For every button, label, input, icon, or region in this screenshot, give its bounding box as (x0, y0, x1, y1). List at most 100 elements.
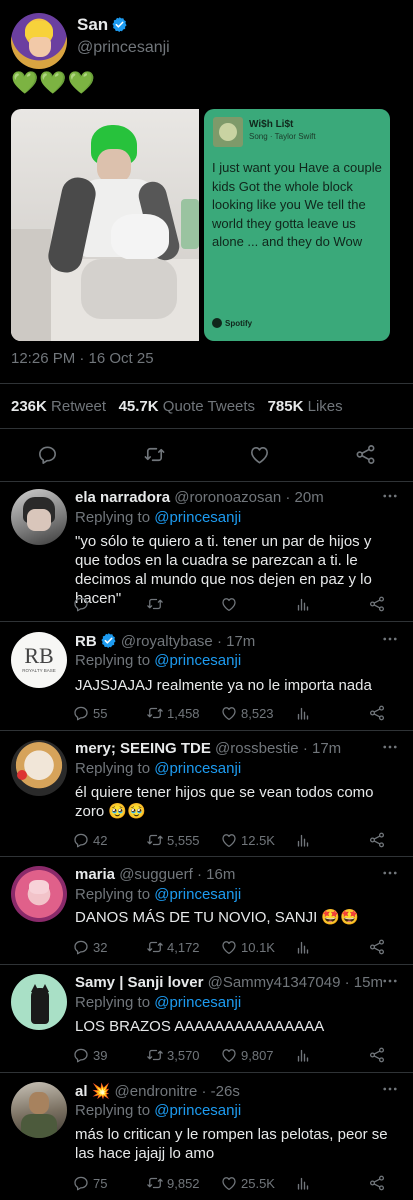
reply-handle[interactable]: @rossbestie (215, 740, 299, 757)
like-icon[interactable] (248, 443, 271, 466)
more-options-icon[interactable] (381, 630, 399, 653)
spotify-logo-icon (212, 318, 222, 328)
tweet-photo[interactable] (11, 109, 199, 341)
reply-avatar[interactable]: RB ROYALTY BASE (11, 632, 67, 688)
retweet-icon (146, 704, 164, 722)
retweet-button[interactable]: 4,172 (146, 936, 200, 958)
like-icon (220, 704, 238, 722)
share-icon (368, 938, 386, 956)
reply-handle[interactable]: @endronitre (115, 1083, 198, 1100)
spotify-lyrics-card[interactable]: Wi$h Li$t Song · Taylor Swift I just wan… (204, 109, 390, 341)
views-icon (294, 704, 312, 722)
author-name[interactable]: San (77, 15, 108, 34)
like-button[interactable]: 25.5K (220, 1172, 275, 1194)
like-button[interactable]: 9,807 (220, 1044, 274, 1066)
reply-time: · 17m (302, 740, 342, 757)
divider (0, 1072, 413, 1073)
retweet-button[interactable]: 9,852 (146, 1172, 200, 1194)
share-button[interactable] (368, 829, 386, 851)
reply-handle[interactable]: @royaltybase (121, 633, 213, 650)
replying-to-link[interactable]: @princesanji (154, 760, 241, 777)
more-options-icon[interactable] (381, 972, 399, 995)
share-button[interactable] (368, 593, 386, 615)
more-options-icon[interactable] (381, 738, 399, 761)
replying-to-link[interactable]: @princesanji (154, 652, 241, 669)
like-button[interactable]: 8,523 (220, 702, 274, 724)
replying-to-link[interactable]: @princesanji (154, 886, 241, 903)
views-button[interactable] (294, 829, 312, 851)
views-button[interactable] (294, 702, 312, 724)
reply-button[interactable] (72, 593, 93, 615)
divider (0, 856, 413, 857)
retweet-icon (146, 938, 164, 956)
like-button[interactable] (220, 593, 241, 615)
views-icon (294, 938, 312, 956)
reply-avatar[interactable] (11, 974, 67, 1030)
replying-to-link[interactable]: @princesanji (154, 994, 241, 1011)
retweet-button[interactable]: 1,458 (146, 702, 200, 724)
replying-to-link[interactable]: @princesanji (154, 1102, 241, 1119)
reply-action-bar (72, 593, 392, 615)
retweet-button[interactable]: 5,555 (146, 829, 200, 851)
reply-avatar[interactable] (11, 740, 67, 796)
like-button[interactable]: 12.5K (220, 829, 275, 851)
share-button[interactable] (368, 1044, 386, 1066)
reply-text: más lo critican y le rompen las pelotas,… (75, 1126, 388, 1162)
views-icon (294, 595, 312, 613)
reply-button[interactable]: 55 (72, 702, 107, 724)
author-name-row: San (77, 15, 128, 35)
reply-icon[interactable] (36, 443, 59, 466)
reply-text: LOS BRAZOS AAAAAAAAAAAAAAA (75, 1018, 325, 1035)
reply-author-name[interactable]: mery; SEEING TDE (75, 740, 211, 757)
replying-to-link[interactable]: @princesanji (154, 509, 241, 526)
reply-author-name[interactable]: ela narradora (75, 489, 170, 506)
retweet-button[interactable] (146, 593, 167, 615)
reply-button[interactable]: 75 (72, 1172, 107, 1194)
reply-icon (72, 1174, 90, 1192)
author-avatar[interactable] (11, 13, 67, 69)
reply-avatar[interactable] (11, 489, 67, 545)
reply-avatar[interactable] (11, 866, 67, 922)
reply-author-name[interactable]: Samy | Sanji lover (75, 974, 203, 991)
reply-button[interactable]: 42 (72, 829, 107, 851)
views-icon (294, 831, 312, 849)
views-button[interactable] (294, 936, 312, 958)
reply-avatar[interactable] (11, 1082, 67, 1138)
reply-handle[interactable]: @Sammy41347049 (208, 974, 341, 991)
reply-author-name[interactable]: al 💥 (75, 1083, 110, 1100)
more-options-icon[interactable] (381, 864, 399, 887)
replying-to: Replying to @princesanji (75, 994, 242, 1011)
retweet-icon (146, 1174, 164, 1192)
divider (0, 730, 413, 731)
quote-stat[interactable]: 45.7K Quote Tweets (119, 398, 255, 415)
tweet-timestamp[interactable]: 12:26 PM · 16 Oct 25 (11, 350, 154, 367)
like-icon (220, 1046, 238, 1064)
reply-time: · -26s (201, 1083, 240, 1100)
reply-button[interactable]: 39 (72, 1044, 107, 1066)
replying-to: Replying to @princesanji (75, 652, 242, 669)
author-handle[interactable]: @princesanji (77, 39, 170, 57)
reply-icon (72, 704, 90, 722)
reply-icon (72, 831, 90, 849)
more-options-icon[interactable] (381, 487, 399, 510)
reply-button[interactable]: 32 (72, 936, 107, 958)
likes-stat[interactable]: 785K Likes (268, 398, 343, 415)
views-button[interactable] (294, 593, 312, 615)
reply-author-name[interactable]: RB (75, 633, 97, 650)
retweet-stat[interactable]: 236K Retweet (11, 398, 106, 415)
views-button[interactable] (294, 1172, 312, 1194)
reply-icon (72, 1046, 90, 1064)
share-button[interactable] (368, 936, 386, 958)
more-options-icon[interactable] (381, 1080, 399, 1103)
like-button[interactable]: 10.1K (220, 936, 275, 958)
share-button[interactable] (368, 1172, 386, 1194)
reply-handle[interactable]: @sugguerf (119, 866, 193, 883)
like-icon (220, 1174, 238, 1192)
share-button[interactable] (368, 702, 386, 724)
reply-handle[interactable]: @roronoazosan (174, 489, 281, 506)
reply-author-name[interactable]: maria (75, 866, 115, 883)
retweet-button[interactable]: 3,570 (146, 1044, 200, 1066)
share-icon[interactable] (354, 443, 377, 466)
views-button[interactable] (294, 1044, 312, 1066)
retweet-icon[interactable] (143, 443, 166, 466)
